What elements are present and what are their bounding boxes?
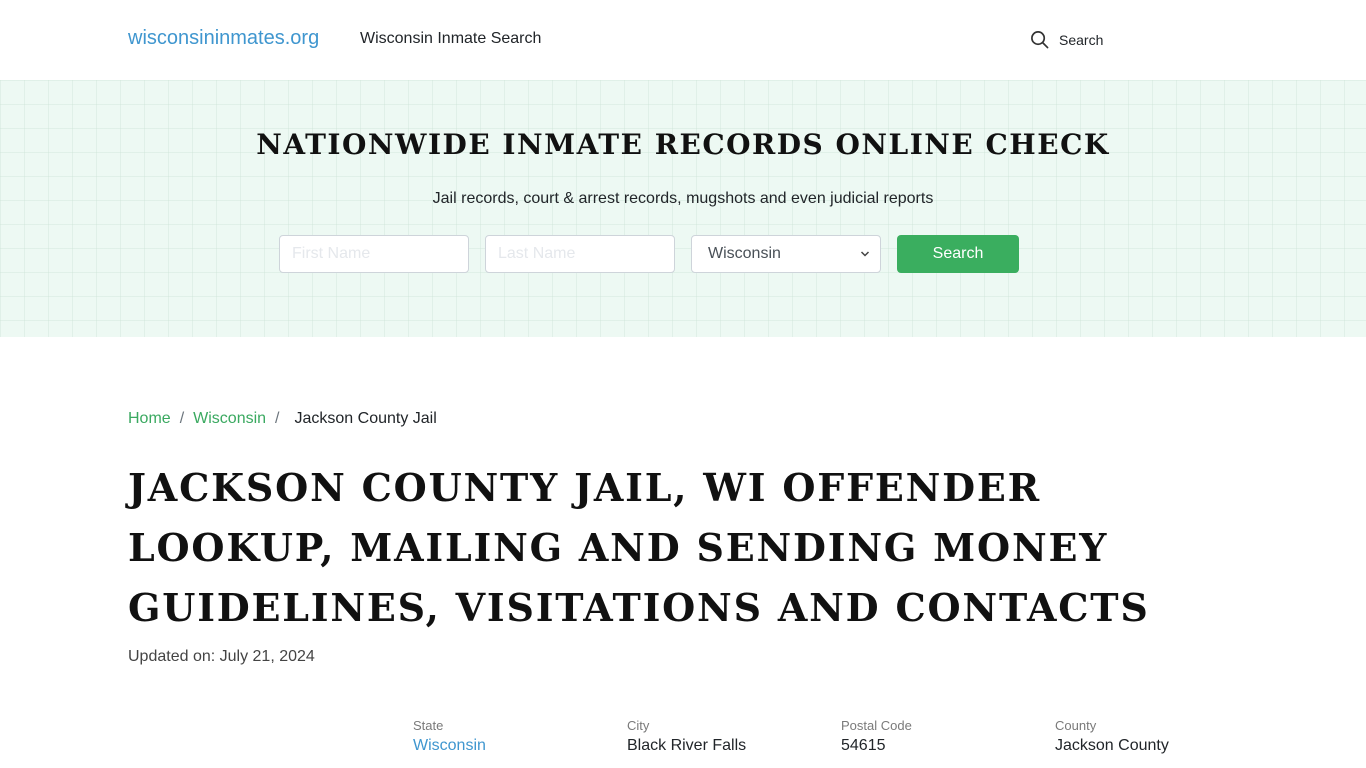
navbar: wisconsininmates.org Wisconsin Inmate Se… [0,0,1366,80]
info-label: County [1055,718,1097,733]
hero-title: NATIONWIDE INMATE RECORDS ONLINE CHECK [256,128,1110,161]
info-state: State Wisconsin [413,718,627,755]
nav-link-inmate-search[interactable]: Wisconsin Inmate Search [360,30,541,48]
first-name-input[interactable] [279,235,469,273]
info-value: Jackson County [1055,737,1169,754]
info-value: 54615 [841,737,886,754]
breadcrumb-current: Jackson County Jail [294,410,437,427]
breadcrumb-separator: / [275,410,280,427]
chevron-down-icon [860,251,870,257]
facility-info-grid: State Wisconsin City Black River Falls P… [413,718,1269,755]
breadcrumb: Home / Wisconsin / Jackson County Jail [128,410,437,428]
breadcrumb-home[interactable]: Home [128,410,171,428]
last-name-input[interactable] [485,235,675,273]
nav-search-label: Search [1059,31,1104,48]
inmate-search-form: Wisconsin Search [279,235,1019,273]
page-title: JACKSON COUNTY JAIL, WI OFFENDER LOOKUP,… [128,465,1150,630]
search-icon [1031,31,1049,49]
info-label: City [627,718,650,733]
breadcrumb-wisconsin[interactable]: Wisconsin [193,410,266,428]
hero-subtitle: Jail records, court & arrest records, mu… [432,190,934,207]
info-county: County Jackson County [1055,718,1269,755]
info-label: State [413,718,444,733]
state-select-value: Wisconsin [708,245,781,262]
info-label: Postal Code [841,718,912,733]
hero-search-section: NATIONWIDE INMATE RECORDS ONLINE CHECK J… [0,80,1366,337]
hero-search-button[interactable]: Search [897,235,1019,273]
updated-date: Updated on: July 21, 2024 [128,648,315,665]
breadcrumb-separator: / [179,410,185,427]
brand-logo-link[interactable]: wisconsininmates.org [128,27,319,50]
nav-search-button[interactable]: Search [1030,30,1103,49]
state-select[interactable]: Wisconsin [691,235,881,273]
info-postal-code: Postal Code 54615 [841,718,1055,755]
info-value: Black River Falls [627,737,747,754]
info-state-link[interactable]: Wisconsin [413,737,486,754]
info-city: City Black River Falls [627,718,841,755]
